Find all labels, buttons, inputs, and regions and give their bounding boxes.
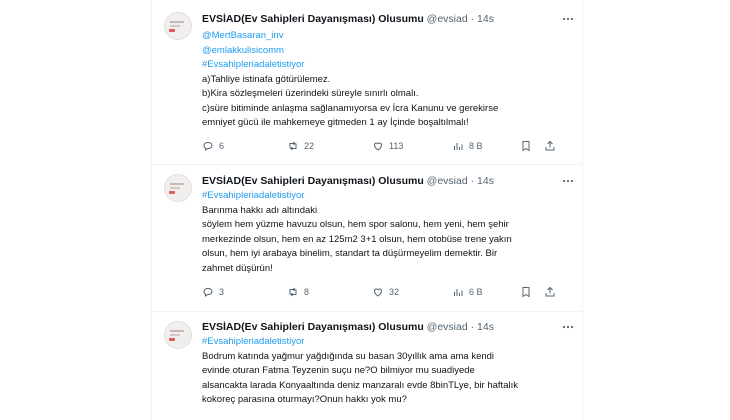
like-button[interactable]: 32 <box>372 286 399 298</box>
author-handle[interactable]: @evsiad <box>427 175 468 187</box>
action-bar: 3 8 32 6 B <box>202 286 562 300</box>
timestamp[interactable]: 14s <box>477 321 494 333</box>
tweet[interactable]: EVSİAD(Ev Sahipleri Dayanışması) Olusumu… <box>152 164 582 312</box>
tweet-header: EVSİAD(Ev Sahipleri Dayanışması) Olusumu… <box>202 321 494 333</box>
avatar[interactable] <box>164 321 192 349</box>
view-count: 6 B <box>469 287 483 297</box>
author-name[interactable]: EVSİAD(Ev Sahipleri Dayanışması) Olusumu <box>202 321 424 333</box>
timestamp[interactable]: 14s <box>477 175 494 187</box>
text-line: a)Tahliye istinafa götürülemez. <box>202 73 331 85</box>
tweet[interactable]: EVSİAD(Ev Sahipleri Dayanışması) Olusumu… <box>152 311 582 420</box>
views-button[interactable]: 8 B <box>452 140 483 152</box>
share-icon <box>545 286 555 297</box>
author-handle[interactable]: @evsiad <box>427 321 468 333</box>
reply-button[interactable]: 3 <box>202 286 224 298</box>
text-line: merkezinde olsun, hem en az 125m2 3+1 ol… <box>202 233 512 245</box>
tweet-header: EVSİAD(Ev Sahipleri Dayanışması) Olusumu… <box>202 13 494 25</box>
like-count: 113 <box>389 141 404 151</box>
hashtag-link[interactable]: #Evsahipleriadaletistiyor <box>202 335 572 350</box>
mention-link[interactable]: @MertBasaran_inv <box>202 29 572 44</box>
tweet[interactable]: EVSİAD(Ev Sahipleri Dayanışması) Olusumu… <box>152 0 582 165</box>
reply-count: 3 <box>219 287 225 297</box>
text-line: söylem hem yüzme havuzu olsun, hem spor … <box>202 219 509 230</box>
separator: · <box>470 13 475 25</box>
text-line: kokoreç parasına oturmayı?Onun hakkı yok… <box>202 394 407 405</box>
share-button[interactable] <box>544 140 556 152</box>
avatar[interactable] <box>164 12 192 40</box>
retweet-icon <box>289 141 297 151</box>
avatar[interactable] <box>164 174 192 202</box>
views-icon <box>454 143 463 150</box>
timestamp[interactable]: 14s <box>477 13 494 25</box>
views-button[interactable]: 6 B <box>452 286 483 298</box>
action-bar: 6 22 113 8 B <box>202 140 562 154</box>
more-icon[interactable] <box>562 322 574 332</box>
view-count: 8 B <box>469 141 483 151</box>
retweet-button[interactable]: 8 <box>287 286 309 298</box>
text-line: evinde oturan Fatma Teyzenin suçu ne?O b… <box>202 365 475 376</box>
retweet-icon <box>289 287 297 297</box>
bookmark-icon <box>522 141 530 152</box>
author-name[interactable]: EVSİAD(Ev Sahipleri Dayanışması) Olusumu <box>202 175 424 187</box>
text-line: b)Kira sözleşmeleri üzerindeki süreyle s… <box>202 88 419 99</box>
tweet-feed: EVSİAD(Ev Sahipleri Dayanışması) Olusumu… <box>151 0 583 420</box>
text-line: emniyet gücü ile mahkemeye gitmeden 1 ay… <box>202 117 469 128</box>
retweet-count: 22 <box>304 141 315 151</box>
tweet-text: #Evsahipleriadaletistiyor Bodrum katında… <box>202 335 572 408</box>
text-line: zahmet düşürün! <box>202 262 273 274</box>
tweet-text: @MertBasaran_inv @emlakkulisicomm #Evsah… <box>202 29 572 131</box>
heart-icon <box>373 142 383 151</box>
hashtag-link[interactable]: #Evsahipleriadaletistiyor <box>202 58 572 73</box>
more-icon[interactable] <box>562 176 574 186</box>
text-line: Barınma hakkı adı altındaki <box>202 204 318 216</box>
share-button[interactable] <box>544 286 556 298</box>
like-button[interactable]: 113 <box>372 140 403 152</box>
tweet-header: EVSİAD(Ev Sahipleri Dayanışması) Olusumu… <box>202 175 494 187</box>
bookmark-button[interactable] <box>520 140 532 152</box>
text-line: Bodrum katında yağmur yağdığında su basa… <box>202 350 495 362</box>
text-line: alsancakta larada Konyaaltında deniz man… <box>202 379 518 391</box>
separator: · <box>470 321 475 333</box>
reply-button[interactable]: 6 <box>202 140 224 152</box>
heart-icon <box>373 288 383 297</box>
text-line: olsun, hem iyi arabaya binelim, standart… <box>202 248 498 259</box>
hashtag-link[interactable]: #Evsahipleriadaletistiyor <box>202 189 572 204</box>
retweet-button[interactable]: 22 <box>287 140 314 152</box>
tweet-text: #Evsahipleriadaletistiyor Barınma hakkı … <box>202 189 572 276</box>
retweet-count: 8 <box>304 287 310 297</box>
text-line: c)süre bitiminde anlaşma sağlanamıyorsa … <box>202 102 499 114</box>
separator: · <box>470 175 475 187</box>
bookmark-button[interactable] <box>520 286 532 298</box>
like-count: 32 <box>389 287 400 297</box>
reply-count: 6 <box>219 141 225 151</box>
author-name[interactable]: EVSİAD(Ev Sahipleri Dayanışması) Olusumu <box>202 13 424 25</box>
more-icon[interactable] <box>562 14 574 24</box>
bookmark-icon <box>522 287 530 298</box>
mention-link[interactable]: @emlakkulisicomm <box>202 44 572 59</box>
share-icon <box>545 140 555 151</box>
author-handle[interactable]: @evsiad <box>427 13 468 25</box>
reply-icon <box>203 142 213 151</box>
views-icon <box>454 289 463 296</box>
reply-icon <box>203 288 213 297</box>
